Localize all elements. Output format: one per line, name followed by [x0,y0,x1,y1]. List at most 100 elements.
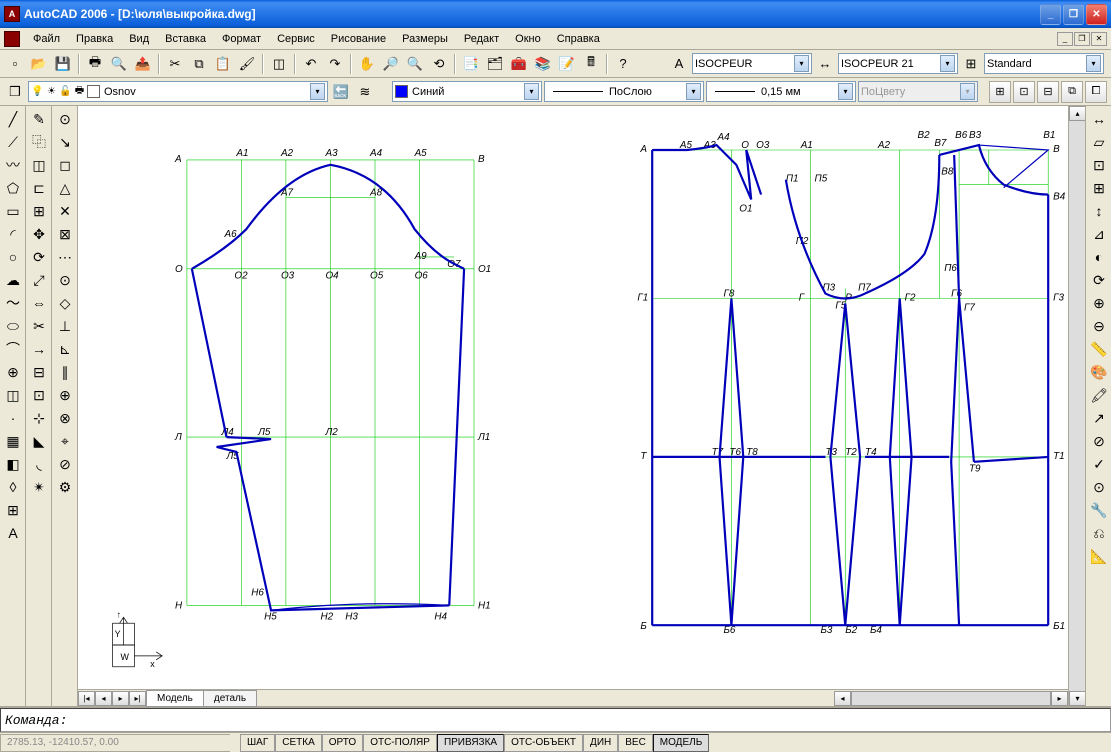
tab-first-button[interactable]: |◂ [78,691,95,706]
dimstyle-combo[interactable]: ISOCPEUR 21 ▾ [838,53,958,74]
save-icon[interactable]: 💾 [52,53,74,75]
help-icon[interactable]: ? [612,53,634,75]
dcenter-icon[interactable]: 🗂 [484,53,506,75]
osnap-mid-icon[interactable]: △ [54,177,76,199]
rtb-13[interactable]: 🖍 [1088,384,1110,406]
osnap-cen-icon[interactable]: ⊙ [54,269,76,291]
chevron-down-icon[interactable]: ▾ [794,55,809,72]
menu-insert[interactable]: Вставка [158,31,213,47]
osnap-temp-icon[interactable]: ⊙ [54,108,76,130]
toggle-model[interactable]: МОДЕЛЬ [653,734,709,752]
chamfer-icon[interactable]: ◣ [28,430,50,452]
hscroll-right-button[interactable]: ▸ [1051,691,1068,706]
toggle-grid[interactable]: СЕТКА [275,734,322,752]
tablestyle-icon[interactable]: ⊞ [960,53,982,75]
command-line[interactable]: Команда: [0,708,1111,732]
osnap-int-icon[interactable]: ✕ [54,200,76,222]
rtb-12[interactable]: 🎨 [1088,361,1110,383]
redo-icon[interactable]: ↷ [324,53,346,75]
gradient-icon[interactable]: ◧ [2,453,24,475]
chevron-down-icon[interactable]: ▾ [310,83,325,100]
rtb-3[interactable]: ⊡ [1088,154,1110,176]
tp-btn-5[interactable]: ⧠ [1085,81,1107,103]
undo-icon[interactable]: ↶ [300,53,322,75]
layer-combo[interactable]: 💡 ☀ 🔓 🖶 Osnov ▾ [28,81,328,102]
rtb-18[interactable]: 🔧 [1088,499,1110,521]
menu-view[interactable]: Вид [122,31,156,47]
rtb-14[interactable]: ↗ [1088,407,1110,429]
toggle-otrack[interactable]: ОТС-ОБЪЕКТ [504,734,583,752]
toggle-polar[interactable]: ОТС-ПОЛЯР [363,734,437,752]
arc-icon[interactable]: ◜ [2,223,24,245]
markup-icon[interactable]: 📝 [556,53,578,75]
publish-icon[interactable]: 📤 [132,53,154,75]
insertblock-icon[interactable]: ⊕ [2,361,24,383]
toggle-dyn[interactable]: ДИН [583,734,618,752]
toggle-snap[interactable]: ШАГ [240,734,275,752]
array-icon[interactable]: ⊞ [28,200,50,222]
tablestyle-combo[interactable]: Standard ▾ [984,53,1104,74]
line-icon[interactable]: ╱ [2,108,24,130]
rtb-17[interactable]: ⊙ [1088,476,1110,498]
osnap-per-icon[interactable]: ⊾ [54,338,76,360]
point-icon[interactable]: · [2,407,24,429]
paste-icon[interactable]: 📋 [212,53,234,75]
rtb-20[interactable]: 📐 [1088,545,1110,567]
textstyle-icon[interactable]: A [668,53,690,75]
ellipse-icon[interactable]: ⬭ [2,315,24,337]
tp-btn-3[interactable]: ⊟ [1037,81,1059,103]
rtb-5[interactable]: ↕ [1088,200,1110,222]
hatch-icon[interactable]: ▦ [2,430,24,452]
circle-icon[interactable]: ○ [2,246,24,268]
chevron-down-icon[interactable]: ▾ [838,83,853,100]
chevron-down-icon[interactable]: ▾ [1086,55,1101,72]
rtb-16[interactable]: ✓ [1088,453,1110,475]
dimstyle-icon[interactable]: ↔ [814,53,836,75]
rtb-7[interactable]: ◐ [1088,246,1110,268]
cut-icon[interactable]: ✂ [164,53,186,75]
zoomrt-icon[interactable]: 🔎 [380,53,402,75]
vscroll-up-button[interactable]: ▴ [1069,106,1086,121]
tab-last-button[interactable]: ▸| [129,691,146,706]
osnap-ext-icon[interactable]: ⋯ [54,246,76,268]
menu-format[interactable]: Формат [215,31,268,47]
osnap-end-icon[interactable]: ◻ [54,154,76,176]
pan-icon[interactable]: ✋ [356,53,378,75]
ellipsearc-icon[interactable]: ⌒ [2,338,24,360]
toolpal-icon[interactable]: 🧰 [508,53,530,75]
osnap-from-icon[interactable]: ↘ [54,131,76,153]
chevron-down-icon[interactable]: ▾ [940,55,955,72]
preview-icon[interactable]: 🔍 [108,53,130,75]
menu-window[interactable]: Окно [508,31,548,47]
toggle-ortho[interactable]: ОРТО [322,734,363,752]
join-icon[interactable]: ⊹ [28,407,50,429]
mdi-minimize-button[interactable]: _ [1057,32,1073,46]
matchprop-icon[interactable]: 🖌 [236,53,258,75]
osnap-node-icon[interactable]: ⊗ [54,407,76,429]
osnap-appint-icon[interactable]: ⊠ [54,223,76,245]
rtb-10[interactable]: ⊖ [1088,315,1110,337]
maximize-button[interactable]: ❐ [1063,4,1084,25]
osnap-par-icon[interactable]: ∥ [54,361,76,383]
menu-edit[interactable]: Правка [69,31,120,47]
layerstate-icon[interactable]: ≋ [354,81,376,103]
rtb-6[interactable]: ⊿ [1088,223,1110,245]
textstyle-combo[interactable]: ISOCPEUR ▾ [692,53,812,74]
vscrollbar[interactable]: ▴ ▾ [1068,106,1085,706]
tp-btn-4[interactable]: ⧉ [1061,81,1083,103]
rtb-11[interactable]: 📏 [1088,338,1110,360]
osnap-none-icon[interactable]: ⊘ [54,453,76,475]
mdi-restore-button[interactable]: ❐ [1074,32,1090,46]
tp-btn-2[interactable]: ⊡ [1013,81,1035,103]
break2-icon[interactable]: ⊡ [28,384,50,406]
toggle-osnap[interactable]: ПРИВЯЗКА [437,734,504,752]
hscroll-left-button[interactable]: ◂ [834,691,851,706]
rtb-8[interactable]: ⟳ [1088,269,1110,291]
rtb-4[interactable]: ⊞ [1088,177,1110,199]
rtb-9[interactable]: ⊕ [1088,292,1110,314]
erase-icon[interactable]: ✎ [28,108,50,130]
menu-help[interactable]: Справка [550,31,607,47]
dist-icon[interactable]: ↔ [1088,108,1110,130]
stretch-icon[interactable]: ⇔ [28,292,50,314]
sheetset-icon[interactable]: 📚 [532,53,554,75]
